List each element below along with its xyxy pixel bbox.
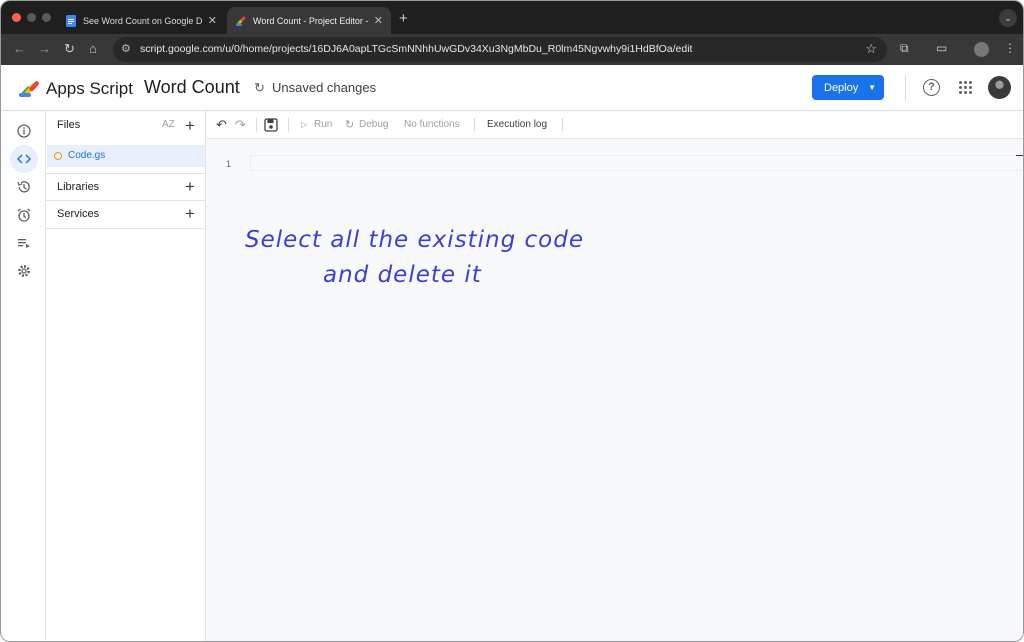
overview-button[interactable]	[10, 117, 38, 145]
alarm-icon	[17, 208, 31, 222]
section-divider	[46, 173, 206, 174]
unsaved-file-icon	[54, 152, 62, 160]
annotation-text: Select all the existing code	[245, 227, 585, 253]
project-title[interactable]: Word Count	[144, 77, 240, 98]
site-info-icon[interactable]: ⚙	[121, 42, 131, 55]
run-button[interactable]: Run	[314, 119, 332, 130]
toolbar-divider	[562, 118, 563, 132]
redo-icon[interactable]: ↷	[235, 117, 246, 133]
line-number: 1	[226, 159, 232, 169]
section-divider	[46, 200, 206, 201]
debug-button[interactable]: Debug	[359, 119, 388, 130]
forward-icon[interactable]: →	[38, 41, 51, 56]
minimize-window-button[interactable]	[27, 13, 36, 22]
executions-button[interactable]	[10, 229, 38, 257]
file-item-code-gs[interactable]: Code.gs	[47, 145, 205, 167]
files-heading: Files	[57, 119, 81, 131]
url-text: script.google.com/u/0/home/projects/16DJ…	[140, 43, 693, 55]
execution-log-button[interactable]: Execution log	[487, 119, 547, 130]
files-panel: Files AZ + Code.gs Libraries + Services …	[46, 111, 206, 641]
apps-script-icon	[236, 16, 246, 26]
deploy-button[interactable]: Deploy ▼	[812, 75, 884, 100]
tab-search-icon[interactable]: ⌄	[999, 9, 1017, 27]
close-window-button[interactable]	[12, 13, 21, 22]
services-heading: Services	[57, 208, 100, 220]
info-icon	[17, 124, 31, 138]
section-divider	[46, 228, 206, 229]
extensions-icon[interactable]: ⧉	[900, 41, 909, 56]
reading-list-icon[interactable]: ▭	[936, 41, 947, 55]
google-apps-icon[interactable]	[959, 81, 972, 94]
home-icon[interactable]: ⌂	[89, 41, 97, 56]
new-tab-icon[interactable]: +	[399, 10, 408, 27]
toolbar-divider	[474, 118, 475, 132]
current-line[interactable]	[250, 155, 1023, 171]
save-icon[interactable]	[264, 118, 278, 132]
history-icon	[17, 181, 30, 193]
app-header: Apps Script Word Count ↻ Unsaved changes…	[2, 65, 1023, 111]
debug-icon: ↻	[345, 119, 355, 131]
reload-icon[interactable]: ↻	[64, 41, 75, 57]
save-status: Unsaved changes	[272, 80, 377, 95]
left-nav-rail	[2, 111, 46, 641]
apps-script-logo-icon[interactable]	[18, 78, 42, 98]
address-bar[interactable]: ⚙ script.google.com/u/0/home/projects/16…	[113, 37, 887, 62]
deploy-label: Deploy	[824, 81, 859, 94]
undo-icon[interactable]: ↶	[216, 117, 227, 133]
tab-google-docs[interactable]: See Word Count on Google D ✕	[57, 7, 225, 34]
tab-project-editor[interactable]: Word Count - Project Editor - ✕	[227, 7, 391, 34]
help-icon[interactable]: ?	[923, 79, 940, 96]
toolbar-divider	[256, 118, 257, 132]
file-name: Code.gs	[68, 150, 106, 161]
profile-avatar[interactable]	[974, 42, 989, 57]
project-settings-button[interactable]	[10, 257, 38, 285]
zoom-window-button[interactable]	[42, 13, 51, 22]
bookmark-star-icon[interactable]: ☆	[865, 41, 877, 57]
add-service-icon[interactable]: +	[185, 205, 195, 222]
settings-icon	[18, 265, 30, 277]
sort-files-button[interactable]: AZ	[162, 119, 175, 130]
browser-toolbar: ← → ↻ ⌂ ⚙ script.google.com/u/0/home/pro…	[1, 34, 1023, 65]
tab-title: See Word Count on Google D	[83, 15, 202, 26]
triggers-button[interactable]	[10, 201, 38, 229]
code-icon	[17, 154, 31, 164]
project-history-button[interactable]	[10, 173, 38, 201]
app-name[interactable]: Apps Script	[46, 79, 133, 99]
tab-strip: See Word Count on Google D ✕ Word Count …	[1, 1, 1023, 34]
sync-icon: ↻	[254, 80, 265, 95]
toolbar-divider	[288, 118, 289, 132]
annotation-text: and delete it	[323, 262, 482, 288]
tab-title: Word Count - Project Editor -	[253, 15, 368, 26]
editor-toolbar: ↶ ↷ ▷ Run ↻ Debug No functions Execution…	[207, 111, 1023, 139]
dropdown-arrow-icon[interactable]: ▼	[868, 83, 876, 92]
executions-icon	[18, 239, 30, 248]
editor-button[interactable]	[10, 145, 38, 173]
back-icon[interactable]: ←	[13, 41, 26, 56]
function-select[interactable]: No functions	[404, 119, 460, 130]
libraries-heading: Libraries	[57, 181, 100, 193]
browser-menu-icon[interactable]: ⋮	[1004, 41, 1016, 55]
run-icon: ▷	[301, 120, 308, 129]
browser-window: See Word Count on Google D ✕ Word Count …	[0, 0, 1024, 642]
close-tab-icon[interactable]: ✕	[208, 14, 217, 27]
add-library-icon[interactable]: +	[185, 178, 195, 195]
add-file-icon[interactable]: +	[185, 117, 195, 134]
account-avatar[interactable]	[988, 76, 1011, 99]
header-divider	[905, 75, 906, 101]
google-docs-icon	[66, 14, 76, 27]
close-tab-icon[interactable]: ✕	[374, 14, 383, 27]
overview-ruler-cursor	[1016, 155, 1023, 156]
code-editor[interactable]: 1	[207, 139, 1023, 641]
